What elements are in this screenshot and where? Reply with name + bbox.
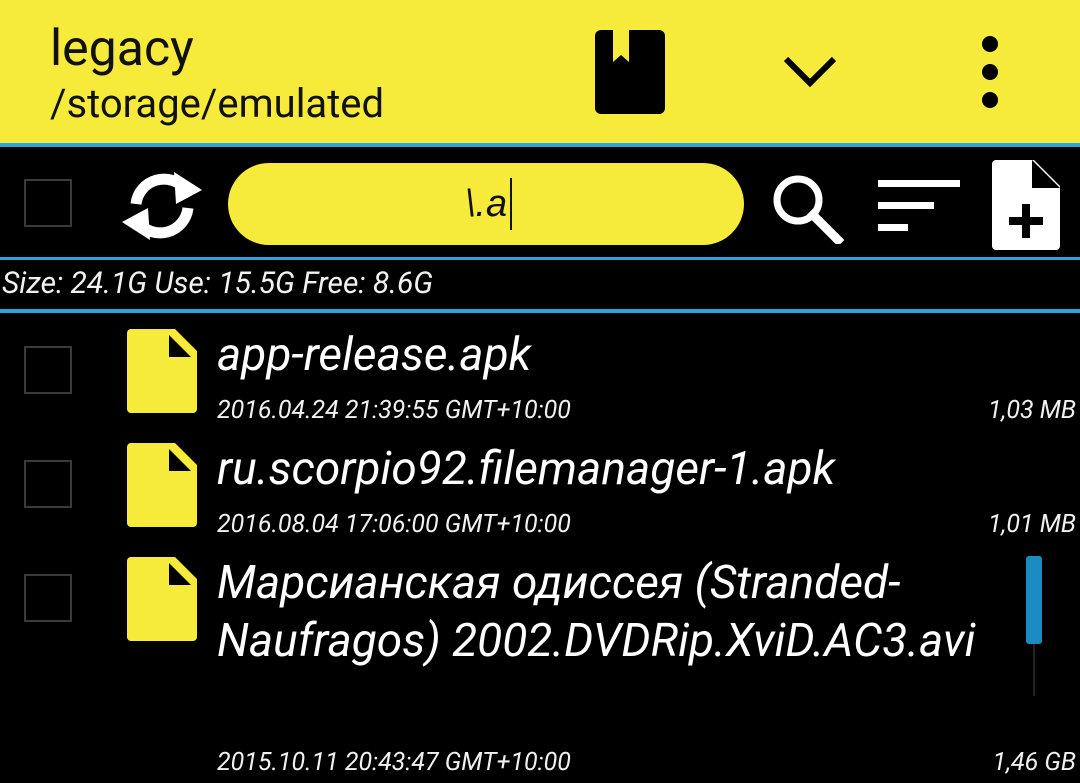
header-divider bbox=[0, 143, 1080, 147]
file-row[interactable]: ru.scorpio92.filemanager-1.apk 2016.08.0… bbox=[0, 436, 1080, 546]
search-input[interactable] bbox=[228, 163, 744, 245]
folder-title: legacy bbox=[50, 20, 194, 78]
file-row[interactable]: Марсианская одиссея (Stranded-Naufragos)… bbox=[0, 550, 1080, 783]
file-icon bbox=[127, 557, 197, 641]
app-header: legacy /storage/emulated bbox=[0, 0, 1080, 143]
text-cursor bbox=[510, 178, 512, 230]
file-row[interactable]: app-release.apk 2016.04.24 21:39:55 GMT+… bbox=[0, 322, 1080, 432]
file-date: 2015.10.11 20:43:47 GMT+10:00 bbox=[217, 748, 571, 777]
file-size: 1,03 MB bbox=[987, 396, 1076, 425]
file-name: app-release.apk bbox=[217, 328, 532, 382]
select-all-checkbox[interactable] bbox=[24, 179, 72, 227]
search-button[interactable] bbox=[768, 172, 848, 247]
search-icon bbox=[773, 175, 845, 247]
refresh-icon bbox=[122, 172, 202, 240]
file-checkbox[interactable] bbox=[24, 574, 72, 622]
refresh-button[interactable] bbox=[120, 160, 204, 252]
file-icon bbox=[127, 443, 197, 527]
file-name: Марсианская одиссея (Stranded-Naufragos)… bbox=[217, 556, 976, 668]
file-icon bbox=[127, 329, 197, 413]
new-file-icon bbox=[992, 160, 1060, 250]
more-vertical-icon bbox=[982, 36, 998, 108]
chevron-down-icon bbox=[783, 56, 837, 88]
file-size: 1,46 GB bbox=[992, 748, 1076, 777]
file-date: 2016.08.04 17:06:00 GMT+10:00 bbox=[217, 510, 571, 539]
toolbar-divider bbox=[0, 257, 1080, 260]
file-date: 2016.04.24 21:39:55 GMT+10:00 bbox=[217, 396, 571, 425]
bookmark-icon bbox=[595, 30, 665, 114]
folder-path: /storage/emulated bbox=[50, 80, 385, 127]
file-size: 1,01 MB bbox=[987, 510, 1076, 539]
storage-divider bbox=[0, 309, 1080, 313]
file-name: ru.scorpio92.filemanager-1.apk bbox=[217, 442, 836, 496]
sort-button[interactable] bbox=[876, 178, 962, 238]
toolbar bbox=[0, 148, 1080, 258]
sort-icon bbox=[878, 180, 960, 231]
storage-summary: Size: 24.1G Use: 15.5G Free: 8.6G bbox=[2, 266, 434, 301]
new-file-button[interactable] bbox=[988, 156, 1064, 252]
bookmark-button[interactable] bbox=[593, 28, 667, 116]
file-checkbox[interactable] bbox=[24, 346, 72, 394]
file-checkbox[interactable] bbox=[24, 460, 72, 508]
dropdown-button[interactable] bbox=[780, 45, 840, 95]
overflow-menu-button[interactable] bbox=[970, 34, 1010, 110]
scrollbar-thumb[interactable] bbox=[1026, 556, 1042, 644]
